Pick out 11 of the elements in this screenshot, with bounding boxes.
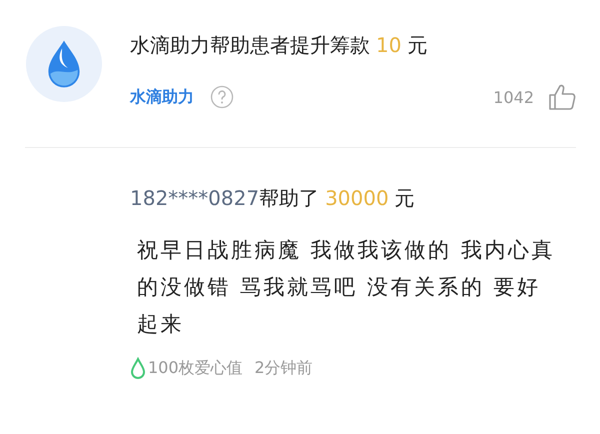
donor-line: 182****0827帮助了 30000 元 bbox=[130, 185, 416, 212]
love-points: 100枚爱心值 bbox=[148, 358, 243, 378]
donation-title: 水滴助力帮助患者提升筹款 10 元 bbox=[130, 32, 428, 59]
comment-text: 祝早日战胜病魔 我做我该做的 我内心真的没做错 骂我就骂吧 没有关系的 要好起来 bbox=[137, 237, 556, 338]
help-icon[interactable] bbox=[210, 85, 234, 109]
time-ago: 2分钟前 bbox=[254, 358, 313, 378]
drop-icon bbox=[130, 357, 146, 379]
thumbs-up-icon[interactable] bbox=[548, 83, 576, 111]
water-drop-avatar-icon bbox=[25, 25, 103, 103]
author-name[interactable]: 水滴助力 bbox=[130, 86, 194, 108]
like-count: 1042 bbox=[493, 88, 534, 106]
